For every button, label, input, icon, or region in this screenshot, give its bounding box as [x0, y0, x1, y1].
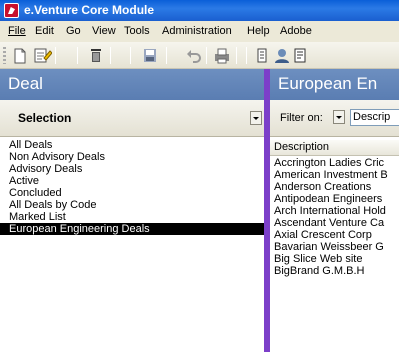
table-row[interactable]: Anderson Creations	[270, 181, 399, 193]
selection-bar: Selection	[0, 100, 264, 137]
toolbar-grip[interactable]	[3, 47, 6, 64]
title-bar: e.Venture Core Module	[0, 0, 399, 21]
toolbar-separator	[77, 47, 78, 64]
toolbar-separator	[55, 47, 56, 64]
save-icon[interactable]	[140, 46, 160, 65]
filter-label: Filter on:	[280, 112, 323, 124]
deal-list: Accrington Ladies Cric American Investme…	[270, 157, 399, 277]
toolbar-separator	[246, 47, 247, 64]
table-row[interactable]: Ascendant Venture Ca	[270, 217, 399, 229]
user-icon[interactable]	[272, 46, 292, 65]
list-item-active[interactable]: Active	[0, 175, 264, 187]
columns-icon[interactable]	[252, 46, 272, 65]
table-row[interactable]: Arch International Hold	[270, 205, 399, 217]
table-row[interactable]: Antipodean Engineers	[270, 193, 399, 205]
chevron-down-icon[interactable]	[250, 111, 262, 125]
toolbar-separator	[110, 47, 111, 64]
delete-icon[interactable]	[86, 46, 106, 65]
table-row[interactable]: Big Slice Web site	[270, 253, 399, 265]
table-row[interactable]: American Investment B	[270, 169, 399, 181]
menu-file-label: File	[8, 25, 26, 37]
app-logo-icon	[4, 3, 19, 18]
deal-list-title: European En	[270, 69, 399, 100]
table-row[interactable]: Accrington Ladies Cric	[270, 157, 399, 169]
menu-help[interactable]: Help	[247, 25, 270, 37]
filter-dropdown-chevron-down-icon[interactable]	[333, 110, 345, 124]
list-item-non-advisory-deals[interactable]: Non Advisory Deals	[0, 151, 264, 163]
list-item-european-engineering-deals[interactable]: European Engineering Deals	[0, 223, 264, 235]
list-item-all-deals[interactable]: All Deals	[0, 139, 264, 151]
report-icon[interactable]	[291, 46, 311, 65]
toolbar-separator	[236, 47, 237, 64]
toolbar	[0, 42, 399, 69]
edit-document-icon[interactable]	[32, 46, 53, 65]
toolbar-separator	[206, 47, 207, 64]
new-document-icon[interactable]	[10, 46, 30, 65]
toolbar-separator	[166, 47, 167, 64]
deal-panel: Deal Selection All Deals Non Advisory De…	[0, 69, 264, 352]
menu-file[interactable]: File	[8, 25, 26, 37]
deal-panel-title: Deal	[0, 69, 264, 100]
list-item-marked-list[interactable]: Marked List	[0, 211, 264, 223]
menu-tools[interactable]: Tools	[124, 25, 150, 37]
deal-list-panel: European En Filter on: Descrip Descripti…	[270, 69, 399, 352]
menu-go[interactable]: Go	[66, 25, 81, 37]
table-row[interactable]: BigBrand G.M.B.H	[270, 265, 399, 277]
undo-icon[interactable]	[184, 46, 204, 65]
selection-list: All Deals Non Advisory Deals Advisory De…	[0, 139, 264, 235]
menu-edit[interactable]: Edit	[35, 25, 54, 37]
list-item-all-deals-by-code[interactable]: All Deals by Code	[0, 199, 264, 211]
menu-administration[interactable]: Administration	[162, 25, 232, 37]
selection-label: Selection	[18, 111, 72, 125]
toolbar-separator	[130, 47, 131, 64]
filter-bar: Filter on: Descrip	[270, 100, 399, 137]
table-row[interactable]: Axial Crescent Corp	[270, 229, 399, 241]
menu-bar: File Edit Go View Tools Administration H…	[0, 21, 399, 42]
window-title: e.Venture Core Module	[24, 3, 155, 17]
menu-adobe[interactable]: Adobe	[280, 25, 312, 37]
table-row[interactable]: Bavarian Weissbeer G	[270, 241, 399, 253]
filter-field-input[interactable]: Descrip	[350, 109, 399, 126]
list-item-advisory-deals[interactable]: Advisory Deals	[0, 163, 264, 175]
list-item-concluded[interactable]: Concluded	[0, 187, 264, 199]
print-icon[interactable]	[212, 46, 232, 65]
menu-view[interactable]: View	[92, 25, 116, 37]
column-header-description[interactable]: Description	[270, 140, 399, 156]
